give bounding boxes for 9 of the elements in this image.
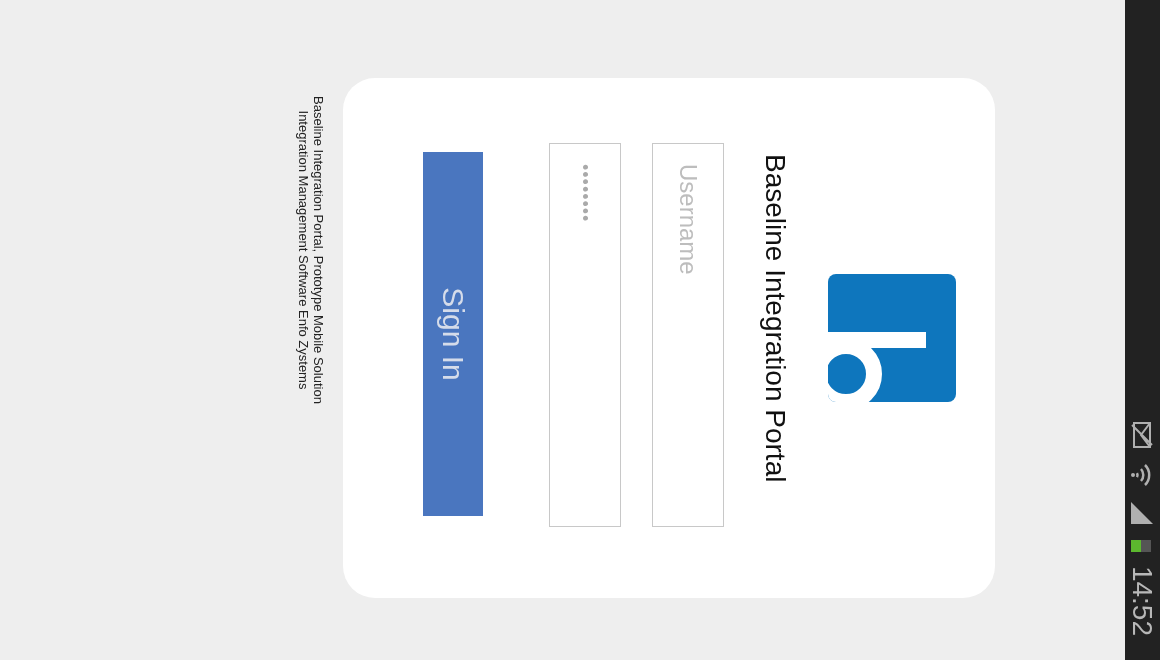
username-field[interactable]: Username	[652, 143, 724, 527]
app-title: Baseline Integration Portal	[759, 154, 792, 483]
footer-text: Integration Management Software Enfo Zystems	[296, 110, 311, 390]
password-field[interactable]: ••••••••	[549, 143, 621, 527]
signal-icon	[1129, 499, 1156, 526]
clock-time: 14:52	[1126, 565, 1159, 636]
logo-icon	[828, 274, 956, 402]
sign-in-button[interactable]: Sign In	[423, 152, 483, 516]
footer-text: Baseline Integration Portal, Prototype Mobile Solution	[311, 96, 326, 404]
